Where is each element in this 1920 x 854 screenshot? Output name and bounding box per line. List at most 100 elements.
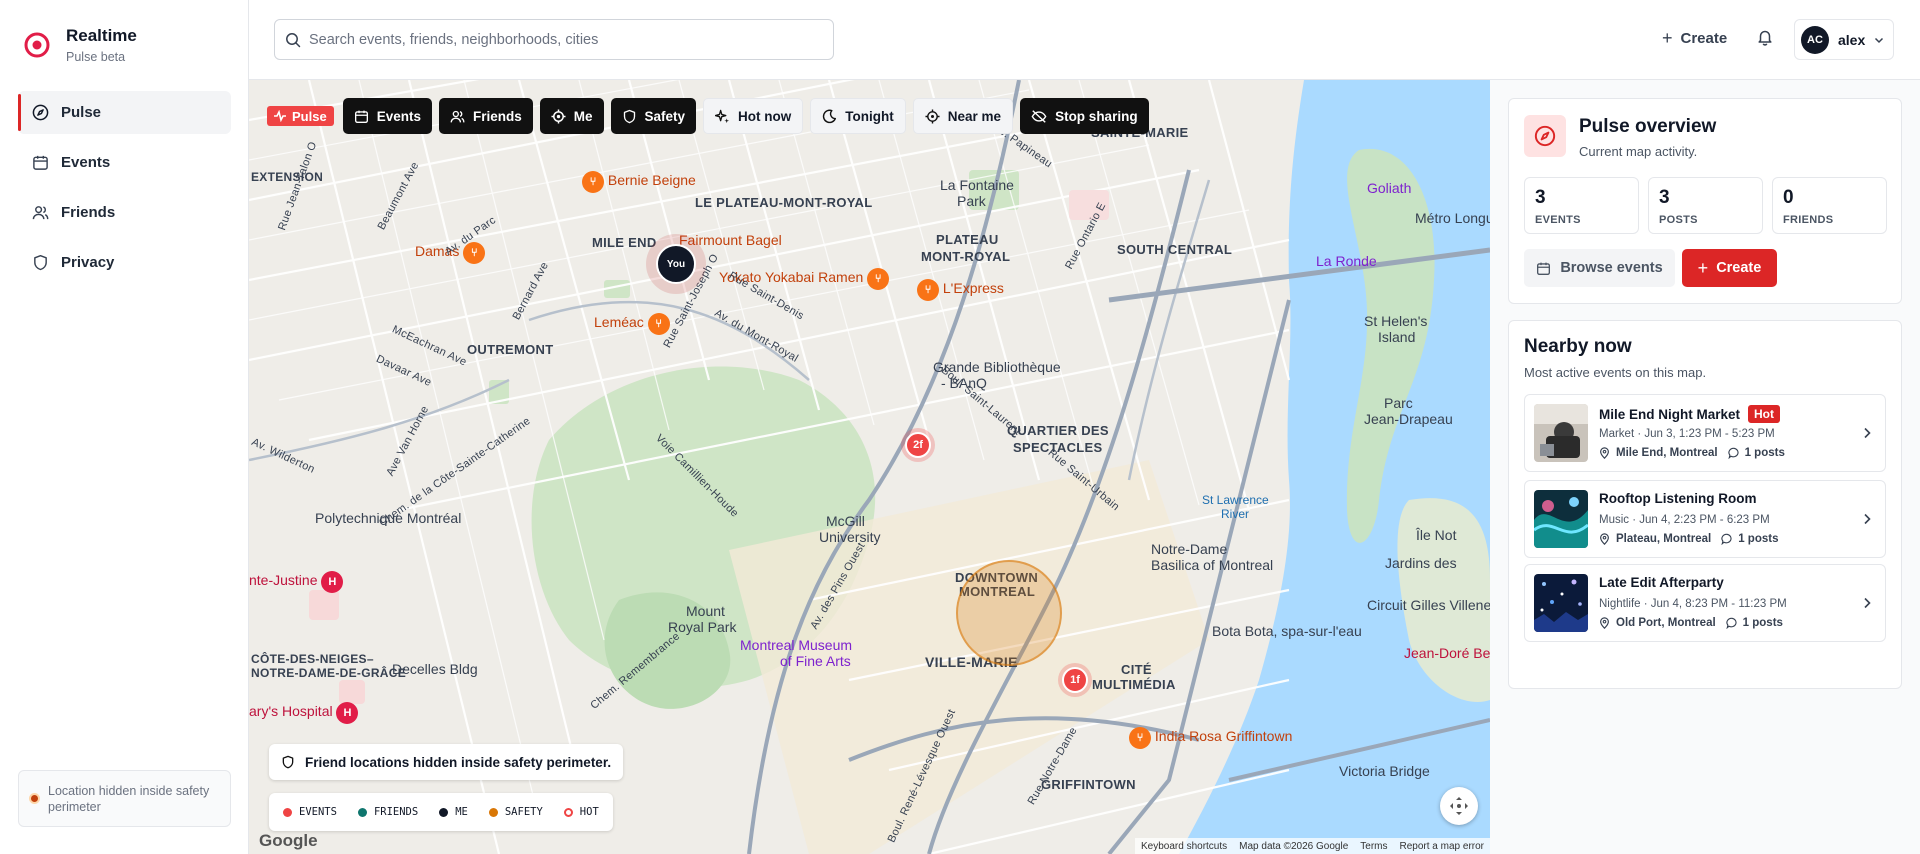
keyboard-shortcuts-link[interactable]: Keyboard shortcuts xyxy=(1141,841,1227,852)
friends-dot-icon xyxy=(357,807,367,817)
nearby-now-card: Nearby now Most active events on this ma… xyxy=(1508,320,1902,689)
place-marker[interactable]: ⑂ India Rosa Griffintown xyxy=(1129,727,1292,749)
filter-chip-label: Hot now xyxy=(738,108,792,124)
district-label: LE PLATEAU-MONT-ROYAL xyxy=(695,195,873,210)
place-label: Parc xyxy=(1384,395,1413,411)
event-thumbnail xyxy=(1534,574,1588,632)
place-marker[interactable]: nte-Justine H xyxy=(249,571,344,593)
search-input[interactable] xyxy=(309,31,809,48)
user-name: alex xyxy=(1838,31,1866,48)
district-label: MILE END xyxy=(592,235,657,250)
browse-events-button[interactable]: Browse events xyxy=(1524,249,1675,287)
bell-icon xyxy=(1758,30,1772,46)
brand-subtitle: Pulse beta xyxy=(66,50,126,64)
stop-sharing-button[interactable]: Stop sharing xyxy=(1020,98,1149,134)
filter-chip-label: Me xyxy=(573,108,593,124)
stat-friends: 0 FRIENDS xyxy=(1772,177,1887,234)
chevron-right-icon xyxy=(1864,427,1871,439)
sidebar: Realtime Pulse beta Pulse Events Friends… xyxy=(0,0,249,854)
map-camera-control[interactable] xyxy=(1440,787,1478,825)
restaurant-icon: ⑂ xyxy=(647,313,670,335)
sidebar-item-label: Events xyxy=(61,154,111,171)
report-error-link[interactable]: Report a map error xyxy=(1400,841,1484,852)
browse-events-label: Browse events xyxy=(1560,260,1663,276)
event-posts: 1 posts xyxy=(1726,617,1783,629)
event-meta: Nightlife · Jun 4, 8:23 PM - 11:23 PM xyxy=(1599,598,1787,610)
move-arrows-icon xyxy=(1450,797,1468,815)
stat-label: EVENTS xyxy=(1535,214,1581,226)
place-label: ary's Hospital xyxy=(249,703,333,719)
place-label: Montreal Museum xyxy=(740,637,853,653)
user-menu-button[interactable]: AC alex xyxy=(1794,19,1894,60)
place-label: Métro Longu xyxy=(1415,210,1490,226)
right-panel: Pulse overview Current map activity. 3 E… xyxy=(1490,80,1920,854)
place-label: Goliath xyxy=(1367,180,1412,196)
event-posts-count: 1 posts xyxy=(1742,617,1783,629)
safety-perimeter xyxy=(956,560,1062,666)
compass-icon xyxy=(1524,115,1566,157)
compass-icon xyxy=(32,104,49,121)
map-filter-bar: Pulse Events Friends Me Safety Hot now T… xyxy=(267,98,1156,134)
event-posts: 1 posts xyxy=(1721,533,1778,545)
friend-cluster-marker[interactable]: 2f xyxy=(901,428,935,462)
filter-chip-friends[interactable]: Friends xyxy=(438,98,533,134)
notifications-button[interactable] xyxy=(1756,28,1774,51)
event-card[interactable]: Mile End Night Market Hot Market · Jun 3… xyxy=(1524,394,1886,472)
sparkle-icon xyxy=(715,109,730,123)
legend-friends: FRIENDS xyxy=(357,806,418,818)
place-marker[interactable]: ary's Hospital H xyxy=(249,702,359,724)
header-create-button[interactable]: + Create xyxy=(1662,28,1727,49)
place-label: St Helen's xyxy=(1364,313,1428,329)
event-card[interactable]: Rooftop Listening Room Music · Jun 4, 2:… xyxy=(1524,480,1886,558)
message-icon xyxy=(1726,617,1737,629)
brand-name: Realtime xyxy=(66,26,137,45)
district-label: CITÉ xyxy=(1121,662,1152,677)
avatar: AC xyxy=(1801,25,1829,54)
sidebar-item-events[interactable]: Events xyxy=(18,141,231,184)
sidebar-item-pulse[interactable]: Pulse xyxy=(18,91,231,134)
sidebar-item-privacy[interactable]: Privacy xyxy=(18,241,231,284)
legend-label: ME xyxy=(455,806,468,818)
place-label: of Fine Arts xyxy=(780,653,851,669)
map-data-text: Map data ©2026 Google xyxy=(1239,840,1349,852)
search-icon xyxy=(286,32,301,47)
stat-events: 3 EVENTS xyxy=(1524,177,1639,234)
place-label: McGill xyxy=(826,513,865,529)
district-label: MONT-ROYAL xyxy=(921,249,1011,264)
place-marker[interactable]: ⑂ L'Express xyxy=(917,279,1004,301)
place-marker[interactable]: Leméac ⑂ xyxy=(594,313,670,335)
district-label: OUTREMONT xyxy=(467,342,554,357)
friend-cluster-marker[interactable]: 1f xyxy=(1058,663,1092,697)
create-button[interactable]: + Create xyxy=(1682,249,1777,287)
event-location-row: Plateau, Montreal 1 posts xyxy=(1599,533,1778,545)
event-title-row: Rooftop Listening Room xyxy=(1599,491,1756,506)
event-card[interactable]: Late Edit Afterparty Nightlife · Jun 4, … xyxy=(1524,564,1886,642)
place-label: Bernie Beigne xyxy=(607,172,696,188)
brand[interactable]: Realtime Pulse beta xyxy=(20,26,137,64)
sidebar-item-friends[interactable]: Friends xyxy=(18,191,231,234)
place-label: Île Not xyxy=(1416,527,1457,543)
filter-chip-safety[interactable]: Safety xyxy=(610,98,697,134)
hot-ring-icon xyxy=(563,807,573,817)
pulse-map[interactable]: LE PLATEAU-MONT-ROYAL MILE END PLATEAU M… xyxy=(249,80,1490,854)
terms-link[interactable]: Terms xyxy=(1360,841,1387,852)
shield-icon xyxy=(34,254,47,271)
target-icon xyxy=(551,108,566,124)
hot-badge: Hot xyxy=(1748,405,1781,423)
filter-chip-hot-now[interactable]: Hot now xyxy=(703,98,804,134)
filter-chip-events[interactable]: Events xyxy=(342,98,432,134)
event-title: Late Edit Afterparty xyxy=(1599,575,1724,590)
filter-chip-me[interactable]: Me xyxy=(539,98,604,134)
message-icon xyxy=(1728,447,1739,459)
my-location-marker[interactable]: You xyxy=(646,234,706,294)
filter-chip-near-me[interactable]: Near me xyxy=(912,98,1014,134)
river-label: St Lawrence xyxy=(1202,493,1269,507)
search-box[interactable] xyxy=(274,19,834,60)
pulse-badge-label: Pulse xyxy=(292,108,327,124)
pulse-overview-card: Pulse overview Current map activity. 3 E… xyxy=(1508,98,1902,304)
filter-chip-label: Safety xyxy=(644,108,686,124)
cluster-count: 2f xyxy=(905,432,931,458)
filter-chip-tonight[interactable]: Tonight xyxy=(810,98,906,134)
calendar-icon xyxy=(354,110,368,123)
place-marker[interactable]: ⑂ Bernie Beigne xyxy=(582,171,696,193)
